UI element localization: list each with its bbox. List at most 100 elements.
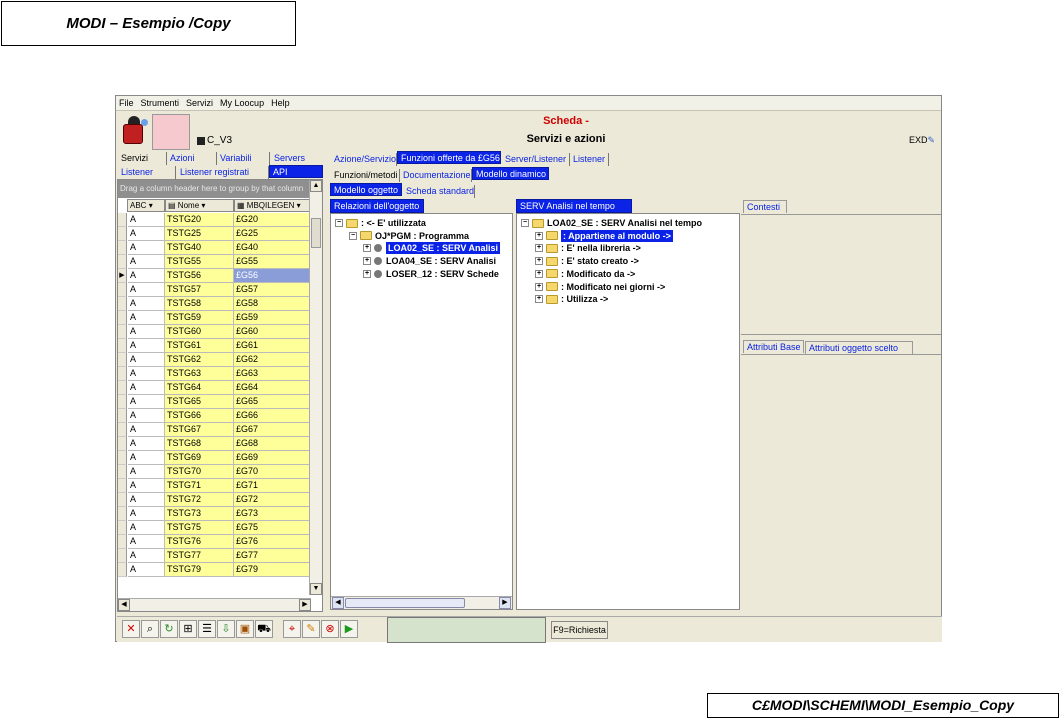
expand-icon[interactable]: +	[363, 244, 371, 253]
table-row[interactable]: A TSTG79 £G79	[118, 563, 311, 577]
row-selector[interactable]	[118, 241, 127, 255]
table-row[interactable]: A TSTG20 £G20	[118, 213, 311, 227]
f9-richiesta-button[interactable]: F9=Richiesta	[551, 621, 608, 639]
row-selector[interactable]	[118, 367, 127, 381]
row-selector[interactable]	[118, 283, 127, 297]
tree-node[interactable]: + LOA04_SE : SERV Analisi	[363, 255, 496, 267]
cell-mbqilegen[interactable]: £G56	[234, 269, 311, 283]
table-row[interactable]: A TSTG63 £G63	[118, 367, 311, 381]
document-icon[interactable]: ▣	[236, 620, 254, 638]
tab-listener-registrati[interactable]: Listener registrati	[176, 166, 269, 179]
cell-abc[interactable]: A	[128, 339, 165, 353]
tab-funzioni-offerte[interactable]: Funzioni offerte da £G56	[397, 151, 501, 164]
cell-mbqilegen[interactable]: £G76	[234, 535, 311, 549]
scroll-thumb[interactable]	[345, 598, 465, 608]
cell-mbqilegen[interactable]: £G40	[234, 241, 311, 255]
tree-node[interactable]: +: Modificato nei giorni ->	[535, 281, 665, 293]
tree-node[interactable]: +: E' nella libreria ->	[535, 242, 641, 254]
table-row[interactable]: A TSTG66 £G66	[118, 409, 311, 423]
tree-node-label[interactable]: : Utilizza ->	[561, 293, 608, 305]
dropdown-icon[interactable]: ▾	[201, 201, 205, 210]
cell-mbqilegen[interactable]: £G62	[234, 353, 311, 367]
row-selector[interactable]	[118, 395, 127, 409]
table-row[interactable]: A TSTG70 £G70	[118, 465, 311, 479]
relazioni-header[interactable]: Relazioni dell'oggetto	[330, 199, 424, 213]
pin-icon[interactable]: ⌖	[283, 620, 301, 638]
cell-abc[interactable]: A	[128, 465, 165, 479]
cell-abc[interactable]: A	[128, 283, 165, 297]
search-icon[interactable]: ⌕	[141, 620, 159, 638]
row-selector[interactable]	[118, 507, 127, 521]
cell-mbqilegen[interactable]: £G73	[234, 507, 311, 521]
row-selector[interactable]	[118, 255, 127, 269]
cell-abc[interactable]: A	[128, 521, 165, 535]
cell-abc[interactable]: A	[128, 451, 165, 465]
cell-mbqilegen[interactable]: £G71	[234, 479, 311, 493]
tab-funzioni-metodi[interactable]: Funzioni/metodi	[331, 169, 400, 182]
cell-nome[interactable]: TSTG25	[165, 227, 234, 241]
expand-icon[interactable]: +	[535, 231, 543, 240]
tree-node-label[interactable]: LOA02_SE : SERV Analisi nel tempo	[547, 217, 702, 229]
dropdown-icon[interactable]: ▾	[297, 201, 301, 210]
tab-modello-dinamico[interactable]: Modello dinamico	[472, 167, 549, 180]
cell-mbqilegen[interactable]: £G72	[234, 493, 311, 507]
cell-abc[interactable]: A	[128, 227, 165, 241]
cell-abc[interactable]: A	[128, 241, 165, 255]
tab-attributi-base[interactable]: Attributi Base	[743, 340, 804, 353]
grid-vertical-scrollbar[interactable]: ▲ ▼	[309, 180, 322, 595]
cell-mbqilegen[interactable]: £G55	[234, 255, 311, 269]
cell-mbqilegen[interactable]: £G20	[234, 213, 311, 227]
cell-nome[interactable]: TSTG66	[165, 409, 234, 423]
cell-abc[interactable]: A	[128, 437, 165, 451]
row-selector[interactable]	[118, 423, 127, 437]
cell-nome[interactable]: TSTG76	[165, 535, 234, 549]
cell-nome[interactable]: TSTG67	[165, 423, 234, 437]
tree-node-label[interactable]: : Modificato nei giorni ->	[561, 281, 665, 293]
row-selector[interactable]	[118, 227, 127, 241]
cell-mbqilegen[interactable]: £G60	[234, 325, 311, 339]
row-selector[interactable]	[118, 213, 127, 227]
collapse-icon[interactable]: −	[521, 219, 529, 227]
menu-servizi[interactable]: Servizi	[186, 98, 213, 108]
table-row[interactable]: A TSTG69 £G69	[118, 451, 311, 465]
cell-nome[interactable]: TSTG65	[165, 395, 234, 409]
tree-node[interactable]: − OJ*PGM : Programma	[349, 230, 469, 242]
cell-abc[interactable]: A	[128, 535, 165, 549]
cell-nome[interactable]: TSTG68	[165, 437, 234, 451]
table-row[interactable]: A TSTG76 £G76	[118, 535, 311, 549]
expand-icon[interactable]: +	[363, 257, 371, 266]
tab-server-listener[interactable]: Server/Listener	[502, 153, 570, 166]
tab-modello-oggetto[interactable]: Modello oggetto	[330, 183, 402, 196]
menu-file[interactable]: File	[119, 98, 134, 108]
tab-documentazione[interactable]: Documentazione	[400, 169, 472, 182]
row-selector[interactable]	[118, 353, 127, 367]
tree-node-label[interactable]: : Modificato da ->	[561, 268, 635, 280]
expand-icon[interactable]: +	[535, 295, 543, 304]
row-selector[interactable]	[118, 563, 127, 577]
cell-nome[interactable]: TSTG20	[165, 213, 234, 227]
tree-node[interactable]: + LOA02_SE : SERV Analisi	[363, 242, 501, 255]
tree-node-label[interactable]: LOA02_SE : SERV Analisi	[386, 242, 501, 255]
tree-icon[interactable]: ⊞	[179, 620, 197, 638]
cell-nome[interactable]: TSTG73	[165, 507, 234, 521]
table-row[interactable]: A TSTG71 £G71	[118, 479, 311, 493]
cell-mbqilegen[interactable]: £G63	[234, 367, 311, 381]
scroll-left-icon[interactable]: ◀	[332, 597, 344, 609]
cell-mbqilegen[interactable]: £G69	[234, 451, 311, 465]
tree-node-label[interactable]: LOA04_SE : SERV Analisi	[386, 255, 496, 267]
cell-abc[interactable]: A	[128, 479, 165, 493]
tree-node[interactable]: +: Appartiene al modulo ->	[535, 229, 673, 242]
menu-strumenti[interactable]: Strumenti	[141, 98, 180, 108]
cell-nome[interactable]: TSTG61	[165, 339, 234, 353]
table-row[interactable]: ▶ A TSTG56 £G56	[118, 269, 311, 283]
menu-help[interactable]: Help	[271, 98, 290, 108]
refresh-icon[interactable]: ↻	[160, 620, 178, 638]
cell-nome[interactable]: TSTG63	[165, 367, 234, 381]
table-row[interactable]: A TSTG62 £G62	[118, 353, 311, 367]
cell-abc[interactable]: A	[128, 311, 165, 325]
row-selector[interactable]: ▶	[118, 269, 127, 283]
table-row[interactable]: A TSTG58 £G58	[118, 297, 311, 311]
cell-nome[interactable]: TSTG40	[165, 241, 234, 255]
row-selector[interactable]	[118, 437, 127, 451]
table-row[interactable]: A TSTG73 £G73	[118, 507, 311, 521]
